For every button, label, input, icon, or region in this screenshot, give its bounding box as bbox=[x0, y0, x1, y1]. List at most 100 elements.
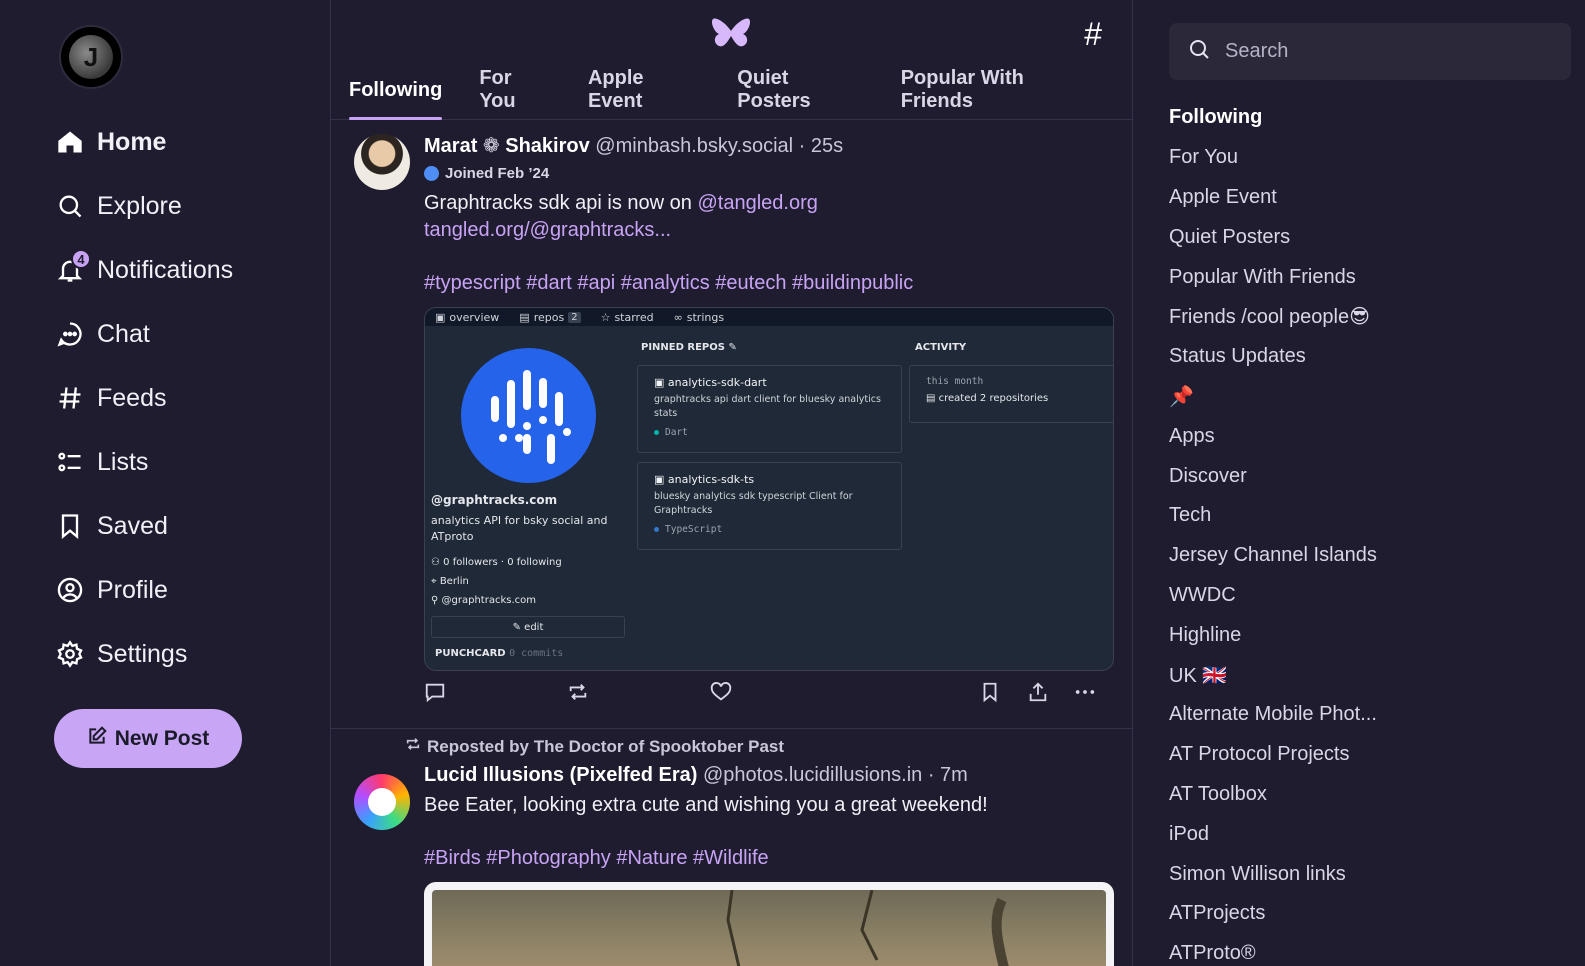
feed-item[interactable]: Simon Willison links bbox=[1169, 854, 1377, 894]
feed-item[interactable]: ATProto® bbox=[1169, 934, 1377, 966]
embed-activity-label: ACTIVITY bbox=[915, 342, 967, 353]
search-box[interactable] bbox=[1169, 23, 1571, 80]
post[interactable]: Marat ❁ Shakirov @minbash.bsky.social · … bbox=[331, 121, 1133, 729]
post-body: Marat ❁ Shakirov @minbash.bsky.social · … bbox=[424, 133, 1114, 671]
post-tags[interactable]: #typescript #dart #api #analytics #eutec… bbox=[424, 270, 1114, 297]
feed-item[interactable]: UK 🇬🇧 bbox=[1169, 655, 1377, 695]
right-sidebar: Following For You Apple Event Quiet Post… bbox=[1133, 0, 1585, 966]
nav-item-home[interactable]: Home bbox=[55, 110, 233, 174]
user-avatar[interactable]: J bbox=[59, 25, 123, 89]
tab-popular-with-friends[interactable]: Popular With Friends bbox=[901, 67, 1096, 120]
repost-indicator[interactable]: Reposted by The Doctor of Spooktober Pas… bbox=[405, 736, 784, 757]
nav-item-notifications[interactable]: 4 Notifications bbox=[55, 238, 233, 302]
author-avatar[interactable] bbox=[354, 774, 410, 830]
feed-item[interactable]: Apple Event bbox=[1169, 178, 1377, 218]
nav-item-lists[interactable]: Lists bbox=[55, 430, 233, 494]
feeds-hash-icon[interactable]: # bbox=[1084, 16, 1102, 53]
feed-item[interactable]: Discover bbox=[1169, 456, 1377, 496]
tab-following[interactable]: Following bbox=[349, 68, 443, 120]
feed-tabs: Following For You Apple Event Quiet Post… bbox=[331, 67, 1133, 120]
search-input[interactable] bbox=[1225, 40, 1555, 63]
author-handle[interactable]: @minbash.bsky.social bbox=[595, 135, 793, 157]
like-icon[interactable] bbox=[710, 681, 732, 703]
post[interactable]: Reposted by The Doctor of Spooktober Pas… bbox=[331, 730, 1133, 966]
author-name-last[interactable]: Shakirov bbox=[505, 135, 589, 157]
feed-item[interactable]: AT Protocol Projects bbox=[1169, 735, 1377, 775]
reply-icon[interactable] bbox=[424, 681, 446, 703]
feed-item[interactable]: Highline bbox=[1169, 615, 1377, 655]
share-icon[interactable] bbox=[1027, 681, 1049, 703]
post-photo[interactable] bbox=[424, 882, 1114, 966]
tab-quiet-posters[interactable]: Quiet Posters bbox=[737, 67, 863, 120]
embed-image[interactable]: ▣ overview ▤ repos 2 ☆ starred ∞ strings bbox=[424, 307, 1114, 671]
bluesky-logo-icon[interactable] bbox=[711, 16, 751, 52]
embed-meta: ⚇ 0 followers · 0 following ⌖ Berlin ⚲ @… bbox=[431, 557, 562, 606]
branch-shape-icon bbox=[726, 890, 1009, 966]
nav-label: Home bbox=[97, 127, 167, 156]
feed-item[interactable]: iPod bbox=[1169, 814, 1377, 854]
embed-tab-strings: ∞ strings bbox=[673, 310, 725, 324]
feed-item[interactable]: Status Updates bbox=[1169, 337, 1377, 377]
graphtracks-logo-icon bbox=[461, 348, 596, 483]
repost-by-text: Reposted by The Doctor of Spooktober Pas… bbox=[427, 736, 785, 756]
feed-item[interactable]: 📌 bbox=[1169, 377, 1377, 417]
feed-item[interactable]: Apps bbox=[1169, 416, 1377, 456]
new-post-button[interactable]: New Post bbox=[54, 709, 242, 768]
tab-apple-event[interactable]: Apple Event bbox=[588, 67, 700, 120]
mention-link[interactable]: @tangled.org bbox=[697, 192, 817, 214]
feed-item[interactable]: Friends /cool people😎 bbox=[1169, 297, 1377, 337]
list-icon bbox=[55, 447, 85, 477]
embed-handle: @graphtracks.com bbox=[431, 493, 558, 507]
nav-item-chat[interactable]: Chat bbox=[55, 302, 233, 366]
bookmark-icon[interactable] bbox=[979, 681, 1001, 703]
author-handle[interactable]: @photos.lucidillusions.in bbox=[703, 764, 922, 786]
bell-icon: 4 bbox=[55, 249, 91, 285]
profile-icon bbox=[55, 575, 85, 605]
feed-item[interactable]: Quiet Posters bbox=[1169, 217, 1377, 257]
pixelfed-logo-icon bbox=[368, 788, 396, 816]
tab-for-you[interactable]: For You bbox=[479, 67, 551, 120]
nav-item-feeds[interactable]: Feeds bbox=[55, 366, 233, 430]
post-text: Graphtracks sdk api is now on @tangled.o… bbox=[424, 190, 1114, 244]
nav-item-explore[interactable]: Explore bbox=[55, 174, 233, 238]
more-icon[interactable] bbox=[1074, 681, 1096, 703]
nav-label: Saved bbox=[97, 511, 168, 540]
post-link[interactable]: tangled.org/@graphtracks... bbox=[424, 219, 671, 241]
feed-item[interactable]: Alternate Mobile Phot... bbox=[1169, 695, 1377, 735]
nav-item-settings[interactable]: Settings bbox=[55, 622, 233, 686]
feed-item[interactable]: Jersey Channel Islands bbox=[1169, 536, 1377, 576]
new-post-label: New Post bbox=[114, 726, 210, 750]
embed-tabs: ▣ overview ▤ repos 2 ☆ starred ∞ strings bbox=[425, 308, 1113, 326]
embed-pinned-label: PINNED REPOS ✎ bbox=[641, 342, 737, 353]
search-icon bbox=[1187, 37, 1211, 66]
author-avatar[interactable] bbox=[354, 134, 410, 190]
author-line: Marat ❁ Shakirov @minbash.bsky.social · … bbox=[424, 133, 1114, 159]
main-feed: # Following For You Apple Event Quiet Po… bbox=[331, 0, 1133, 966]
repost-icon[interactable] bbox=[567, 681, 589, 703]
author-name-first[interactable]: Marat bbox=[424, 135, 477, 157]
feed-item[interactable]: Popular With Friends bbox=[1169, 257, 1377, 297]
home-icon bbox=[55, 127, 85, 157]
feed-item[interactable]: WWDC bbox=[1169, 576, 1377, 616]
left-sidebar: J Home Explore 4 Notifications Chat Feed… bbox=[0, 0, 331, 966]
avatar-letter: J bbox=[69, 35, 113, 79]
post-time[interactable]: · 7m bbox=[928, 764, 968, 786]
nav-item-profile[interactable]: Profile bbox=[55, 558, 233, 622]
feed-item[interactable]: For You bbox=[1169, 138, 1377, 178]
post-time[interactable]: · 25s bbox=[799, 135, 843, 157]
nav-label: Notifications bbox=[97, 255, 234, 284]
feed-item[interactable]: AT Toolbox bbox=[1169, 775, 1377, 815]
post-tags[interactable]: #Birds #Photography #Nature #Wildlife bbox=[424, 845, 1114, 872]
nav-item-saved[interactable]: Saved bbox=[55, 494, 233, 558]
nav-label: Lists bbox=[97, 447, 149, 476]
feed-item[interactable]: Following bbox=[1169, 98, 1377, 138]
nav-label: Chat bbox=[97, 319, 150, 348]
feed-item[interactable]: Tech bbox=[1169, 496, 1377, 536]
new-user-icon bbox=[424, 166, 439, 181]
nav-label: Feeds bbox=[97, 383, 167, 412]
author-name[interactable]: Lucid Illusions (Pixelfed Era) bbox=[424, 764, 697, 786]
feed-item[interactable]: ATProjects bbox=[1169, 894, 1377, 934]
nav-label: Settings bbox=[97, 639, 188, 668]
gear-icon bbox=[55, 639, 85, 669]
flower-icon: ❁ bbox=[482, 135, 500, 157]
